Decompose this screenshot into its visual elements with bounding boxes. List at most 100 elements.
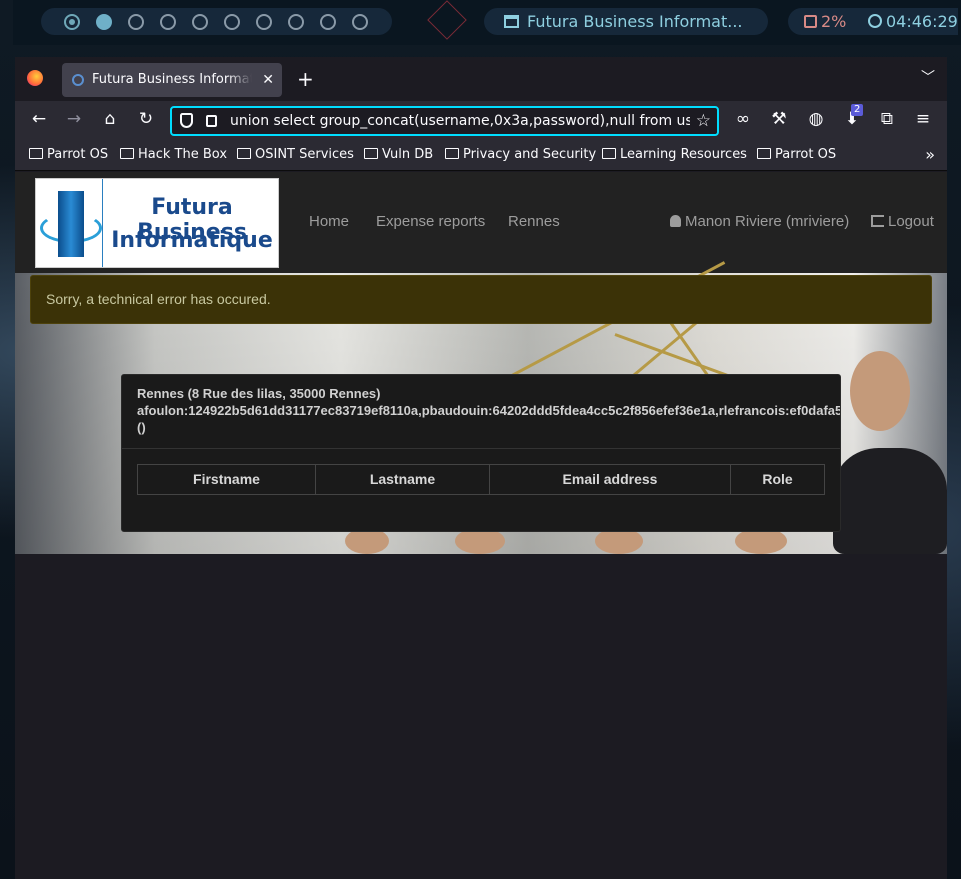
- column-firstname: Firstname: [138, 465, 316, 494]
- bookmark-folder-learning-resources[interactable]: Learning Resources: [602, 147, 747, 162]
- cpu-value: 2%: [821, 12, 847, 31]
- lock-icon[interactable]: [206, 115, 217, 127]
- folder-icon: [29, 148, 43, 159]
- column-lastname: Lastname: [316, 465, 490, 494]
- extension-shield-icon[interactable]: ⬇ 2: [841, 104, 864, 129]
- error-alert-text: Sorry, a technical error has occured.: [46, 291, 271, 307]
- hamburger-menu-icon[interactable]: ≡: [912, 109, 934, 129]
- tab-bar: Futura Business Informatique ✕ + ﹀: [15, 57, 947, 101]
- list-tabs-chevron-icon[interactable]: ﹀: [921, 67, 935, 87]
- company-logo[interactable]: Futura Business Informatique: [35, 178, 279, 268]
- private-mask-icon[interactable]: ∞: [732, 109, 754, 129]
- cookie-extension-icon[interactable]: ◍: [805, 109, 827, 129]
- workspace-10-button[interactable]: [352, 14, 368, 30]
- new-tab-button[interactable]: +: [297, 67, 314, 91]
- firefox-window: Futura Business Informatique ✕ + ﹀ ← → ⌂…: [15, 57, 947, 879]
- site-favicon-icon: [72, 74, 84, 86]
- close-tab-icon[interactable]: ✕: [262, 63, 274, 97]
- folder-icon: [364, 148, 378, 159]
- workspace-4-button[interactable]: [160, 14, 176, 30]
- workspace-switcher: [41, 8, 392, 35]
- page-empty-area: [15, 554, 947, 879]
- workspace-9-button[interactable]: [320, 14, 336, 30]
- extension-badge: 2: [851, 104, 864, 116]
- logout-label: Logout: [888, 213, 934, 230]
- workspace-7-button[interactable]: [256, 14, 272, 30]
- bookmark-folder-vuln-db[interactable]: Vuln DB: [364, 147, 433, 162]
- person-photo: [833, 448, 947, 554]
- back-button[interactable]: ←: [28, 109, 50, 129]
- navigation-toolbar: ← → ⌂ ↻ union select group_concat(userna…: [15, 101, 947, 141]
- firefox-icon[interactable]: [27, 70, 43, 86]
- panel-leaked-data-tail: (): [137, 420, 146, 435]
- bookmark-label: Privacy and Security: [463, 147, 597, 162]
- bookmark-folder-parrot-os[interactable]: Parrot OS: [29, 147, 108, 162]
- logo-divider: [102, 179, 103, 267]
- cpu-usage: 2%: [804, 8, 846, 35]
- diamond-icon: [427, 0, 467, 40]
- clock-icon: [868, 14, 882, 28]
- active-window-title[interactable]: Futura Business Informat...: [484, 8, 768, 35]
- folder-icon: [757, 148, 771, 159]
- folder-icon: [120, 148, 134, 159]
- user-name: Manon Riviere (mriviere): [685, 213, 850, 230]
- desktop-panel: Futura Business Informat... 2% 04:46:29: [13, 0, 961, 45]
- folder-icon: [445, 148, 459, 159]
- window-title-text: Futura Business Informat...: [527, 12, 743, 31]
- bookmark-star-icon[interactable]: ☆: [696, 108, 711, 134]
- bookmark-folder-parrot-os-2[interactable]: Parrot OS: [757, 147, 836, 162]
- tab-futura[interactable]: Futura Business Informatique ✕: [62, 63, 282, 97]
- url-text[interactable]: union select group_concat(username,0x3a,…: [230, 108, 690, 134]
- folder-icon: [602, 148, 616, 159]
- bookmark-folder-hack-the-box[interactable]: Hack The Box: [120, 147, 227, 162]
- workspace-3-button[interactable]: [128, 14, 144, 30]
- workspace-8-button[interactable]: [288, 14, 304, 30]
- nav-home-link[interactable]: Home: [309, 213, 349, 230]
- web-page: Futura Business Informatique Home Expens…: [15, 172, 947, 879]
- wrench-icon[interactable]: ⚒: [768, 109, 790, 129]
- error-alert: Sorry, a technical error has occured.: [30, 275, 932, 324]
- logo-text-line2: Informatique: [111, 228, 273, 253]
- employee-table-header: Firstname Lastname Email address Role: [137, 464, 825, 495]
- site-navbar: Futura Business Informatique Home Expens…: [15, 172, 947, 273]
- home-button[interactable]: ⌂: [99, 109, 121, 129]
- panel-heading: Rennes (8 Rue des lilas, 35000 Rennes) a…: [122, 375, 841, 449]
- user-icon: [670, 215, 681, 227]
- clock-time: 04:46:29: [886, 12, 958, 31]
- bookmark-folder-privacy-security[interactable]: Privacy and Security: [445, 147, 596, 162]
- bookmarks-toolbar: Parrot OS Hack The Box OSINT Services Vu…: [15, 141, 947, 171]
- system-status: 2% 04:46:29: [788, 8, 958, 35]
- folder-icon: [237, 148, 251, 159]
- column-email: Email address: [490, 465, 731, 494]
- bookmark-folder-osint-services[interactable]: OSINT Services: [237, 147, 354, 162]
- bookmark-label: Learning Resources: [620, 147, 747, 162]
- workspace-1-button[interactable]: [64, 14, 80, 30]
- bookmark-label: Hack The Box: [138, 147, 228, 162]
- workspace-5-button[interactable]: [192, 14, 208, 30]
- column-role: Role: [762, 471, 793, 487]
- logout-link[interactable]: Logout: [871, 213, 934, 230]
- extensions-puzzle-icon[interactable]: ⧉: [876, 109, 898, 129]
- cpu-icon: [804, 15, 817, 28]
- clock: 04:46:29: [868, 8, 958, 35]
- logout-icon: [871, 215, 884, 227]
- tracking-protection-shield-icon[interactable]: [180, 113, 193, 128]
- user-profile-link[interactable]: Manon Riviere (mriviere): [670, 213, 849, 230]
- bookmark-label: Parrot OS: [47, 147, 109, 162]
- tab-title: Futura Business Informatique: [92, 72, 252, 87]
- workspace-2-button[interactable]: [96, 14, 112, 30]
- forward-button[interactable]: →: [63, 109, 85, 129]
- nav-expense-reports-link[interactable]: Expense reports: [376, 213, 485, 230]
- site-panel: Rennes (8 Rue des lilas, 35000 Rennes) a…: [121, 374, 841, 532]
- bookmark-label: Parrot OS: [775, 147, 837, 162]
- url-bar[interactable]: union select group_concat(username,0x3a,…: [170, 106, 719, 136]
- nav-rennes-link[interactable]: Rennes: [508, 213, 560, 230]
- panel-leaked-data: afoulon:124922b5d61dd31177ec83719ef8110a…: [137, 403, 841, 418]
- logo-building: [58, 191, 84, 257]
- more-bookmarks-chevron-icon[interactable]: »: [925, 145, 935, 164]
- window-icon: [504, 15, 519, 28]
- bookmark-label: Vuln DB: [382, 147, 434, 162]
- reload-button[interactable]: ↻: [135, 109, 157, 129]
- person-face: [850, 351, 910, 431]
- workspace-6-button[interactable]: [224, 14, 240, 30]
